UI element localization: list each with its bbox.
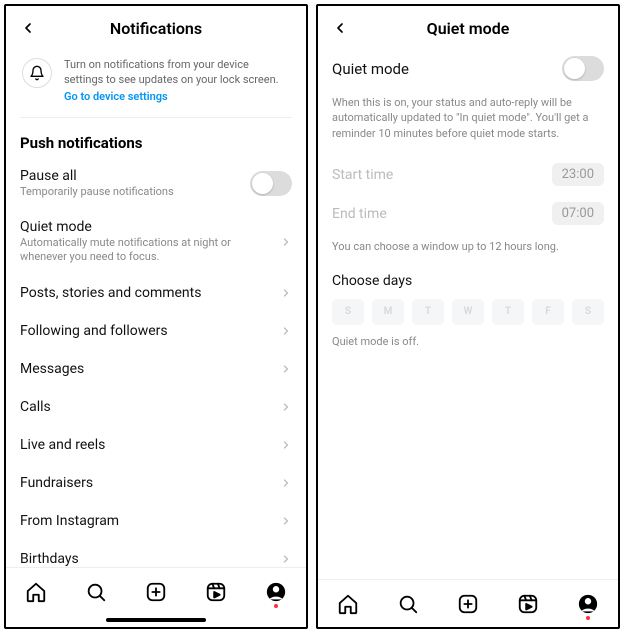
new-post-icon[interactable] xyxy=(456,592,480,616)
quiet-mode-status: Quiet mode is off. xyxy=(332,335,604,348)
quiet-mode-toggle[interactable] xyxy=(562,56,604,81)
day-chip[interactable]: W xyxy=(452,299,484,325)
nav-row[interactable]: Calls xyxy=(20,388,292,426)
reels-icon[interactable] xyxy=(204,580,228,604)
home-icon[interactable] xyxy=(24,580,48,604)
tab-bar xyxy=(6,567,306,627)
search-icon[interactable] xyxy=(396,592,420,616)
reels-icon[interactable] xyxy=(516,592,540,616)
chevron-right-icon xyxy=(274,515,292,527)
home-icon[interactable] xyxy=(336,592,360,616)
day-chip[interactable]: T xyxy=(412,299,444,325)
start-time-value[interactable]: 23:00 xyxy=(552,163,604,186)
chevron-right-icon xyxy=(274,325,292,337)
choose-days-label: Choose days xyxy=(332,273,604,289)
chevron-right-icon xyxy=(274,401,292,413)
chevron-right-icon xyxy=(274,287,292,299)
nav-row-label: Live and reels xyxy=(20,437,105,453)
nav-row[interactable]: Following and followers xyxy=(20,312,292,350)
chevron-right-icon xyxy=(274,439,292,451)
quiet-mode-description: When this is on, your status and auto-re… xyxy=(332,95,604,141)
nav-row-label: Calls xyxy=(20,399,51,415)
day-chip[interactable]: M xyxy=(372,299,404,325)
nav-row[interactable]: From Instagram xyxy=(20,502,292,540)
chevron-right-icon xyxy=(274,553,292,565)
nav-row[interactable]: Live and reels xyxy=(20,426,292,464)
nav-row[interactable]: Posts, stories and comments xyxy=(20,274,292,312)
banner-text: Turn on notifications from your device s… xyxy=(64,58,279,86)
nav-row[interactable]: Birthdays xyxy=(20,540,292,567)
nav-row[interactable]: Fundraisers xyxy=(20,464,292,502)
tab-bar xyxy=(318,579,618,627)
nav-row-label: Following and followers xyxy=(20,323,168,339)
page-title: Quiet mode xyxy=(318,19,618,38)
page-title: Notifications xyxy=(6,19,306,38)
start-time-row[interactable]: Start time 23:00 xyxy=(332,155,604,194)
day-chip[interactable]: S xyxy=(572,299,604,325)
nav-row[interactable]: Messages xyxy=(20,350,292,388)
end-time-row[interactable]: End time 07:00 xyxy=(332,194,604,233)
profile-icon[interactable] xyxy=(576,592,600,616)
quiet-mode-row[interactable]: Quiet mode Automatically mute notificati… xyxy=(20,209,292,275)
profile-icon[interactable] xyxy=(264,580,288,604)
chevron-right-icon xyxy=(274,363,292,375)
nav-row-label: From Instagram xyxy=(20,513,119,529)
home-indicator xyxy=(106,618,206,622)
bell-icon xyxy=(22,58,52,88)
quiet-mode-toggle-row[interactable]: Quiet mode xyxy=(332,50,604,91)
search-icon[interactable] xyxy=(84,580,108,604)
nav-row-label: Birthdays xyxy=(20,551,79,567)
notification-dot xyxy=(274,604,278,608)
notification-dot xyxy=(586,616,590,620)
device-settings-link[interactable]: Go to device settings xyxy=(64,90,290,105)
day-chip[interactable]: T xyxy=(492,299,524,325)
day-chip[interactable]: F xyxy=(532,299,564,325)
end-time-value[interactable]: 07:00 xyxy=(552,202,604,225)
new-post-icon[interactable] xyxy=(144,580,168,604)
quiet-mode-toggle-label: Quiet mode xyxy=(332,60,409,78)
back-button[interactable] xyxy=(328,16,352,40)
section-push-notifications: Push notifications xyxy=(20,134,292,152)
device-settings-banner: Turn on notifications from your device s… xyxy=(20,50,292,118)
end-time-label: End time xyxy=(332,206,387,222)
quiet-mode-sub: Automatically mute notifications at nigh… xyxy=(20,236,274,265)
back-button[interactable] xyxy=(16,16,40,40)
day-chip[interactable]: S xyxy=(332,299,364,325)
nav-row-label: Posts, stories and comments xyxy=(20,285,201,301)
pause-all-toggle[interactable] xyxy=(250,171,292,196)
pause-all-sub: Temporarily pause notifications xyxy=(20,185,250,199)
nav-row-label: Fundraisers xyxy=(20,475,93,491)
pause-all-title: Pause all xyxy=(20,168,250,184)
window-note: You can choose a window up to 12 hours l… xyxy=(332,239,604,254)
chevron-right-icon xyxy=(274,477,292,489)
pause-all-row[interactable]: Pause all Temporarily pause notification… xyxy=(20,158,292,209)
nav-row-label: Messages xyxy=(20,361,84,377)
quiet-mode-title: Quiet mode xyxy=(20,219,274,235)
start-time-label: Start time xyxy=(332,167,393,183)
chevron-right-icon xyxy=(274,236,292,248)
